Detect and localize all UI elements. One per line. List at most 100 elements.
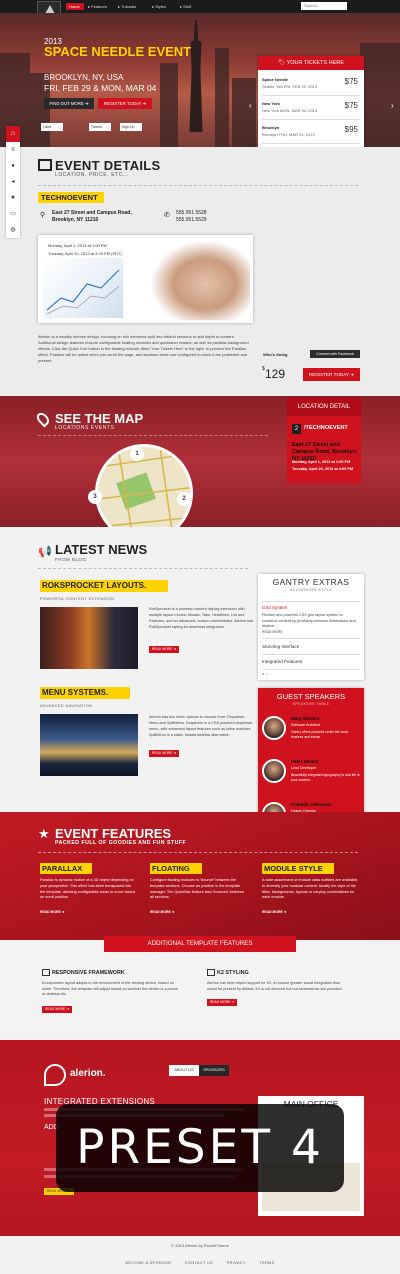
ticket-row[interactable]: Space Needle Seattle, WA FRI, FEB 29, 20… xyxy=(262,74,360,96)
alerion-logo-icon xyxy=(44,1064,66,1086)
news-title[interactable]: MENU SYSTEMS. xyxy=(40,687,130,699)
calendar-icon xyxy=(38,159,52,171)
read-more-button[interactable]: READ MORE ➜ xyxy=(207,999,237,1006)
feature-text: Configure floating modules to 'bounce' b… xyxy=(150,878,245,900)
accordion-text: Flexible and powerful CSS grid layout sy… xyxy=(262,613,356,628)
monitor-icon[interactable]: ▭ xyxy=(9,210,17,218)
divider xyxy=(262,601,360,602)
speakers-title: GUEST SPEAKERS xyxy=(276,692,346,701)
connect-facebook-button[interactable]: Connect with Facebook xyxy=(310,350,360,358)
list-icon[interactable]: ≡ xyxy=(9,146,17,154)
globe-icon[interactable]: ◍ xyxy=(9,226,17,234)
map-title: SEE THE MAP xyxy=(55,411,144,426)
button-label: READ MORE xyxy=(44,1007,66,1011)
location-detail-panel: LOCATION DETAIL 2 /TECHNOEVENT East 27 S… xyxy=(287,398,361,483)
divider xyxy=(262,638,360,639)
news-text: Alerion has two menu options to choose f… xyxy=(149,715,253,737)
ticket-row[interactable]: Brooklyn Brooklyn THU, MAR 21, 2013 $95 xyxy=(262,122,360,144)
ticket-name: New York xyxy=(262,101,280,106)
location-number: 2 xyxy=(292,424,301,434)
read-more-link[interactable]: READ MORE ➜ xyxy=(262,910,287,914)
star-icon: ★ xyxy=(38,826,50,841)
latest-news-title: LATEST NEWS xyxy=(55,542,148,557)
home-icon[interactable]: ⌂ xyxy=(6,126,20,142)
news-image[interactable] xyxy=(40,607,138,669)
sign-up-button[interactable]: Sign Up xyxy=(120,123,142,131)
search-input[interactable] xyxy=(301,2,347,10)
hero-dates: FRI, FEB 29 & MON, MAR 04 xyxy=(44,83,157,93)
pagination-dots-icon[interactable]: ● ○ xyxy=(262,671,268,676)
news-title[interactable]: ROKSPROCKET LAYOUTS. xyxy=(40,580,168,592)
event-address: East 27 Street and Campus Road, Brooklyn… xyxy=(52,210,132,224)
event-description: Alerion is a visually intense design, fo… xyxy=(38,334,249,363)
nav-item-stuff[interactable]: ▸ Stuff xyxy=(180,3,191,10)
accordion-item[interactable]: Integrated Features xyxy=(262,659,302,664)
feature-text: A responsive layout adapts to the enviro… xyxy=(42,981,179,997)
phone-number: 555.951.5529 xyxy=(176,217,207,223)
feature-heading: RESPONSIVE FRAMEWORK xyxy=(52,970,125,976)
nav-item-home[interactable]: Home xyxy=(66,3,84,10)
feature-title: PARALLAX xyxy=(40,863,92,874)
divider xyxy=(38,568,248,569)
news-image[interactable] xyxy=(40,714,138,776)
nav-item-styles[interactable]: ▸ Styles xyxy=(152,3,166,10)
event-details-title: EVENT DETAILS xyxy=(55,158,161,173)
hero-location: BROOKLYN, NY, USA xyxy=(44,73,124,82)
accordion-item-active[interactable]: Grid System xyxy=(262,605,287,610)
map-marker[interactable]: 3 xyxy=(88,490,102,504)
read-more-link[interactable]: READ MORE ➜ xyxy=(150,910,175,914)
link-become-sponsor[interactable]: BECOME A SPONSOR xyxy=(125,1261,171,1265)
ticket-date: New York MON, MAR 04, 2013 xyxy=(262,108,318,113)
link-contact-us[interactable]: CONTACT US xyxy=(185,1261,213,1265)
address-line: Brooklyn, NY 11210 xyxy=(52,217,99,223)
register-today-button[interactable]: REGISTER TODAY ➜ xyxy=(303,368,360,381)
megaphone-icon[interactable]: ◂ xyxy=(9,178,17,186)
copyright-text: © 2013 Alerion by RocketTheme xyxy=(171,1243,229,1248)
tweets-button[interactable]: Tweets xyxy=(89,123,111,131)
read-more-button[interactable]: READ MORE ➜ xyxy=(42,1006,72,1013)
event-phones: 555.951.5528 555.951.5529 xyxy=(176,210,207,224)
button-label: REGISTER TODAY xyxy=(308,372,349,377)
preset-overlay-label: PRESET 4 xyxy=(56,1104,344,1192)
find-out-more-button[interactable]: FIND OUT MORE ➜ xyxy=(44,98,94,109)
slider-next-icon[interactable]: › xyxy=(391,101,394,110)
speaker-name: Peter Walley xyxy=(291,759,319,764)
nav-item-label: Features xyxy=(91,4,107,9)
pin-icon[interactable]: ● xyxy=(9,162,17,170)
ticket-row[interactable]: New York New York MON, MAR 04, 2013 $75 xyxy=(262,98,360,120)
star-icon[interactable]: ★ xyxy=(9,194,17,202)
likes-button[interactable]: Likes xyxy=(41,123,63,131)
chart-paper-image xyxy=(43,258,123,318)
nav-item-tutorials[interactable]: ▸ Tutorials xyxy=(118,3,136,10)
link-label: READ MORE xyxy=(40,910,61,914)
event-features-subtitle: PACKED FULL OF GOODIES AND FUN STUFF xyxy=(55,840,187,846)
read-more-link[interactable]: READ MORE ➜ xyxy=(40,910,65,914)
accordion-item[interactable]: Stunning Interface xyxy=(262,644,299,649)
read-more-button[interactable]: READ MORE ➜ xyxy=(149,646,179,653)
bottom-links: BECOME A SPONSOR CONTACT US PRIVACY TERM… xyxy=(0,1261,400,1265)
feature-title: FLOATING xyxy=(150,863,202,874)
map-subtitle: LOCATIONS EVENTS xyxy=(55,425,115,431)
latest-news-subtitle: FROM BLOG xyxy=(55,557,87,562)
map-marker[interactable]: 1 xyxy=(130,447,144,461)
link-label: READ MORE xyxy=(262,910,283,914)
pin-icon: ⚲ xyxy=(40,212,46,219)
map-marker[interactable]: 2 xyxy=(177,492,191,506)
hero-title: SPACE NEEDLE EVENT xyxy=(44,44,192,59)
event-price: 129 xyxy=(265,367,286,381)
nav-item-features[interactable]: ▸ Features xyxy=(88,3,107,10)
divider xyxy=(38,435,268,436)
footer-logo-text: alerion. xyxy=(70,1068,106,1079)
register-today-button[interactable]: REGISTER TODAY ➜ xyxy=(98,98,152,109)
avatar[interactable] xyxy=(262,759,286,783)
link-terms[interactable]: TERMS xyxy=(259,1261,274,1265)
link-privacy[interactable]: PRIVACY xyxy=(227,1261,246,1265)
tab-sponsors[interactable]: SPONSORS xyxy=(199,1065,229,1076)
avatar[interactable] xyxy=(262,716,286,740)
divider xyxy=(38,852,358,853)
tab-about-us[interactable]: ABOUT US xyxy=(169,1065,199,1076)
read-more-button[interactable]: READ MORE ➜ xyxy=(149,750,179,757)
button-label: FIND OUT MORE xyxy=(49,101,84,106)
read-more-link[interactable]: READ MORE xyxy=(262,630,283,634)
slider-prev-icon[interactable]: ‹ xyxy=(249,101,252,110)
